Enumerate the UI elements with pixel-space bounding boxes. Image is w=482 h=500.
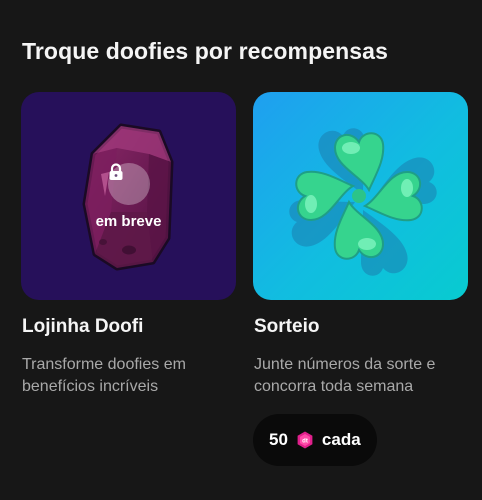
card-sorteio[interactable]: Sorteio Junte números da sorte e concorr… — [253, 92, 468, 492]
clover-icon — [289, 128, 437, 276]
coming-soon-label: em breve — [95, 213, 162, 230]
card-description: Junte números da sorte e concorra toda s… — [254, 356, 436, 395]
coin-text: dt — [302, 439, 308, 445]
price-pill: 50 dt cada — [253, 414, 377, 466]
shop-image: em breve — [21, 92, 236, 300]
lock-badge — [108, 163, 150, 205]
price-amount: 50 — [269, 430, 288, 449]
price-unit: cada — [321, 430, 361, 449]
card-lojinha-doofi[interactable]: em breve Lojinha Doofi Transforme doofie… — [21, 92, 236, 492]
card-title: Lojinha Doofi — [22, 316, 144, 337]
rewards-screen: Troque doofies por recompensas em breve … — [0, 0, 482, 500]
card-title: Sorteio — [254, 316, 320, 337]
section-title: Troque doofies por recompensas — [22, 38, 388, 64]
lock-icon — [109, 163, 123, 180]
raffle-image — [253, 92, 468, 300]
doofie-coin-icon: dt — [297, 431, 313, 449]
card-description: Transforme doofies em benefícios incríve… — [22, 356, 186, 395]
